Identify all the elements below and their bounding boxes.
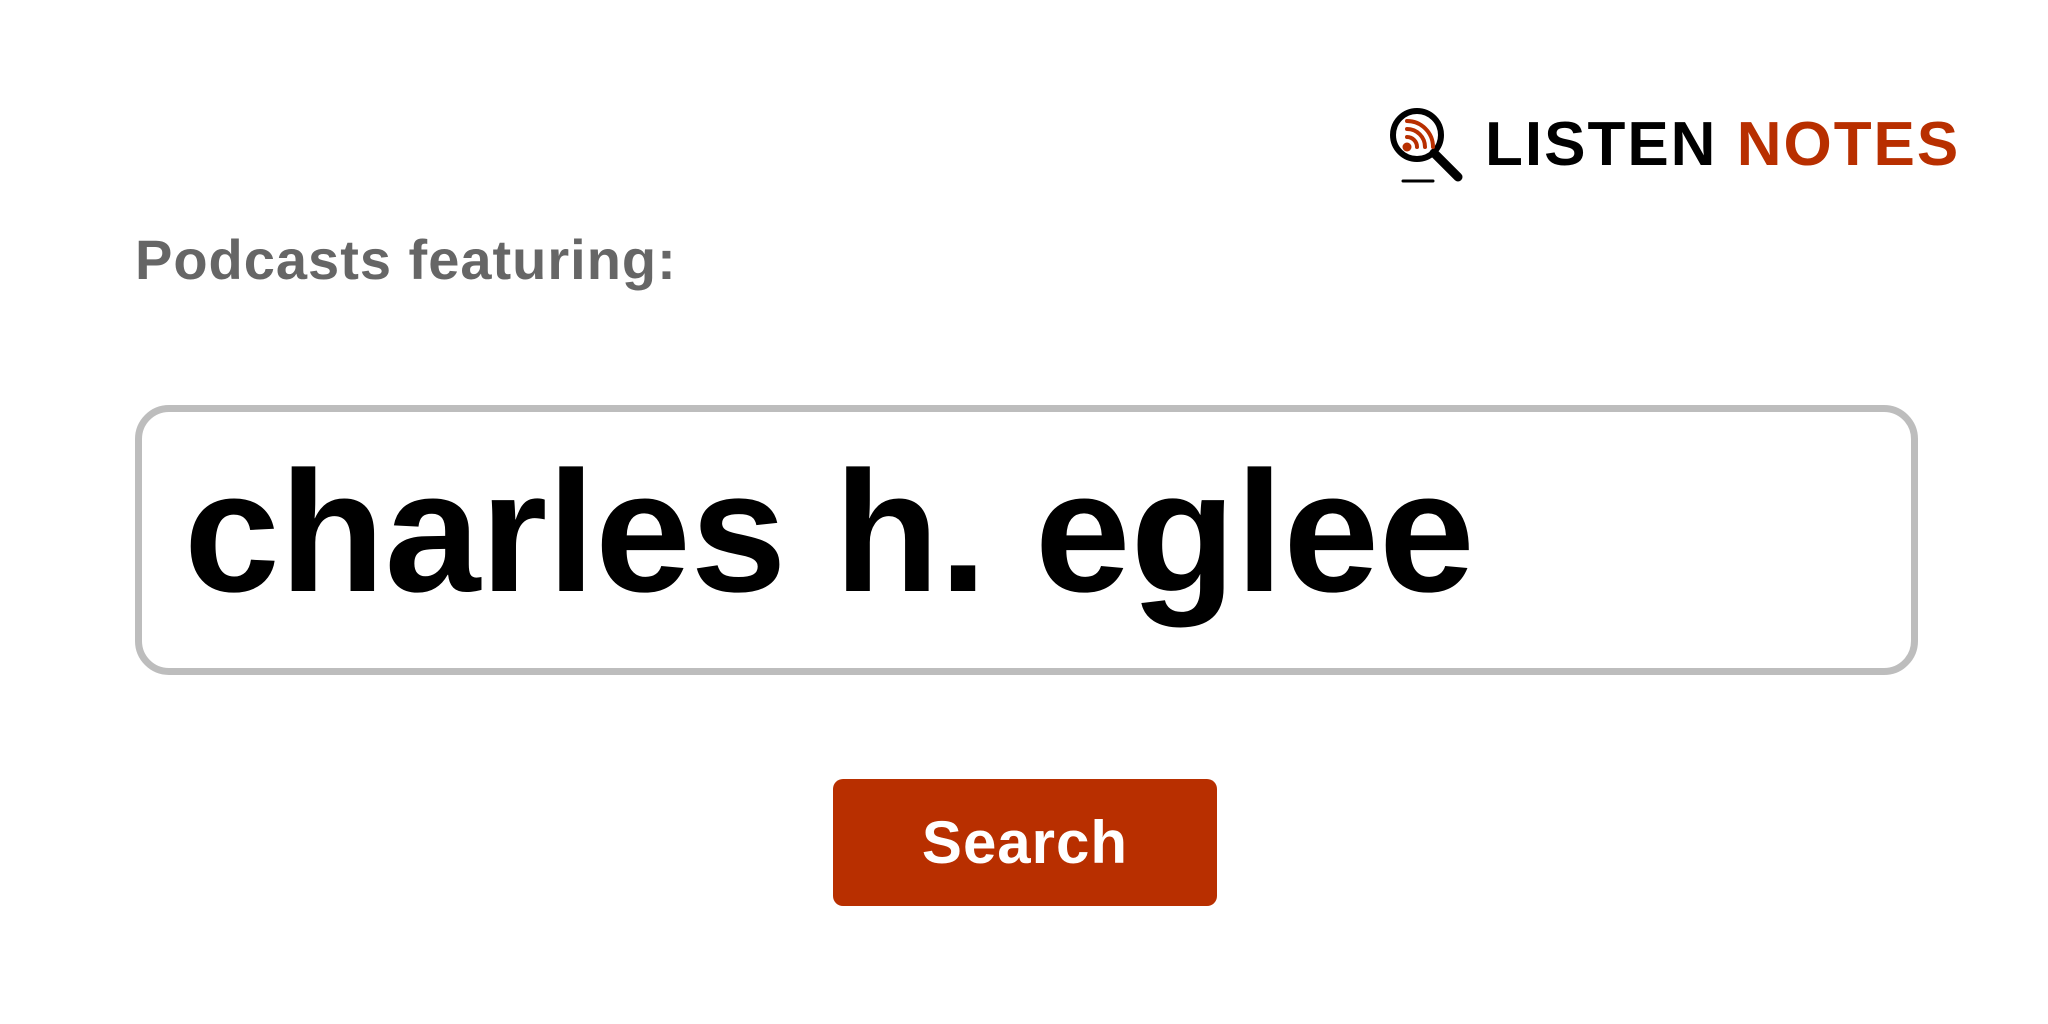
podcast-search-icon xyxy=(1390,108,1463,183)
search-query-text[interactable]: charles h. eglee xyxy=(184,446,1475,618)
search-button[interactable]: Search xyxy=(833,779,1217,906)
search-button-label: Search xyxy=(921,808,1129,876)
logo-word-listen: LISTEN xyxy=(1485,110,1718,179)
logo-word-notes: NOTES xyxy=(1736,110,1961,179)
logo-wordmark: LISTEN NOTES xyxy=(1485,114,1960,176)
search-input[interactable]: charles h. eglee xyxy=(135,405,1918,675)
listen-notes-logo[interactable]: LISTEN NOTES xyxy=(1385,105,1960,185)
page-heading: Podcasts featuring: xyxy=(135,228,677,291)
